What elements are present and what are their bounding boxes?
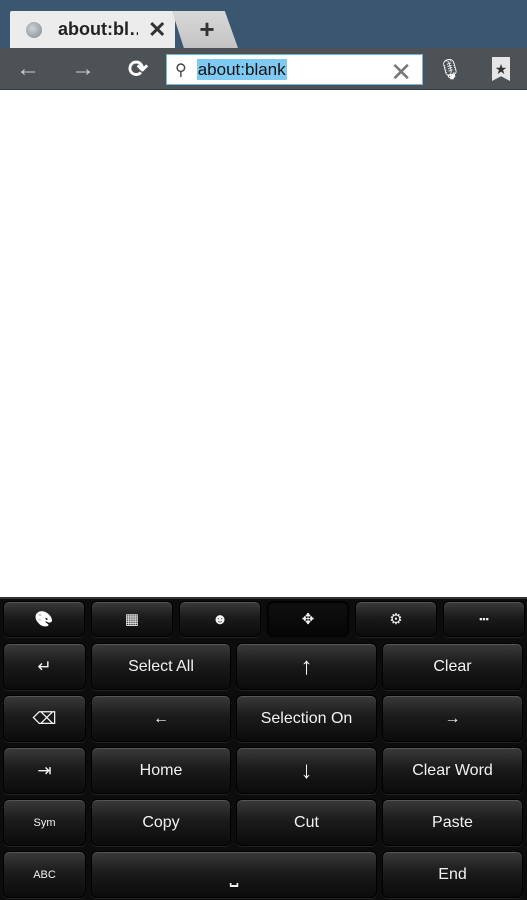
microphone-icon[interactable]: 🎙 bbox=[433, 54, 467, 84]
cursor-move-key[interactable]: ✥ bbox=[267, 601, 349, 637]
emoji-key[interactable]: ☻ bbox=[179, 601, 261, 637]
tab-key[interactable]: ⇥ bbox=[3, 747, 86, 794]
clear-key[interactable]: Clear bbox=[382, 643, 523, 690]
tab-title: about:bl… bbox=[58, 19, 138, 39]
select-all-key[interactable]: Select All bbox=[91, 643, 231, 690]
tab-about-blank[interactable]: about:bl… ✕ bbox=[10, 11, 175, 48]
theme-palette-icon: 🎨 bbox=[34, 611, 54, 628]
tab-bar: about:bl… ✕ + bbox=[0, 0, 527, 48]
clear-word-key[interactable]: Clear Word bbox=[382, 747, 523, 794]
web-page-content bbox=[0, 91, 527, 597]
selection-on-key[interactable]: Selection On bbox=[236, 695, 377, 742]
home-key[interactable]: Home bbox=[91, 747, 231, 794]
numpad-key[interactable]: ▦ bbox=[91, 601, 173, 637]
left-arrow-key[interactable]: ← bbox=[91, 695, 231, 742]
copy-key[interactable]: Copy bbox=[91, 799, 231, 846]
globe-icon bbox=[26, 21, 42, 38]
settings-gears-icon: ⚙ bbox=[389, 611, 403, 628]
clear-url-icon[interactable]: ✕ bbox=[390, 57, 412, 88]
space-key[interactable]: ⎵ bbox=[91, 851, 377, 898]
search-icon: ⚲ bbox=[175, 61, 187, 79]
right-arrow-key[interactable]: → bbox=[382, 695, 523, 742]
numpad-icon: ▦ bbox=[124, 611, 140, 628]
paste-key[interactable]: Paste bbox=[382, 799, 523, 846]
keypad-grid-key[interactable]: ▪▪▪ bbox=[443, 601, 525, 637]
cursor-move-icon: ✥ bbox=[301, 611, 315, 628]
cut-key[interactable]: Cut bbox=[236, 799, 377, 846]
abc-key[interactable]: ABC bbox=[3, 851, 86, 898]
backspace-key[interactable]: ⌫ bbox=[3, 695, 86, 742]
keyboard: 🎨 ▦ ☻ ✥ ⚙ ▪▪▪ ↵ Select All ↑ Clear ⌫ ← Selection On →… bbox=[0, 597, 527, 900]
up-arrow-key[interactable]: ↑ bbox=[236, 643, 377, 690]
close-tab-icon[interactable]: ✕ bbox=[148, 17, 166, 43]
url-text-selected[interactable]: about:blank bbox=[196, 59, 287, 80]
keypad-grid-icon: ▪▪▪ bbox=[479, 614, 489, 624]
forward-icon[interactable]: → bbox=[66, 54, 100, 84]
settings-gears-key[interactable]: ⚙ bbox=[355, 601, 437, 637]
new-tab-button[interactable]: + bbox=[172, 11, 238, 48]
end-key[interactable]: End bbox=[382, 851, 523, 898]
enter-key[interactable]: ↵ bbox=[3, 643, 86, 690]
bookmark-icon[interactable]: ★ bbox=[492, 57, 510, 81]
theme-palette-key[interactable]: 🎨 bbox=[3, 601, 85, 637]
back-icon[interactable]: ← bbox=[11, 54, 45, 84]
reload-icon[interactable]: ⟳ bbox=[121, 54, 155, 84]
url-input[interactable]: ⚲ about:blank ✕ bbox=[166, 54, 423, 88]
emoji-icon: ☻ bbox=[212, 610, 228, 628]
sym-key[interactable]: Sym bbox=[3, 799, 86, 846]
down-arrow-key[interactable]: ↓ bbox=[236, 747, 377, 794]
